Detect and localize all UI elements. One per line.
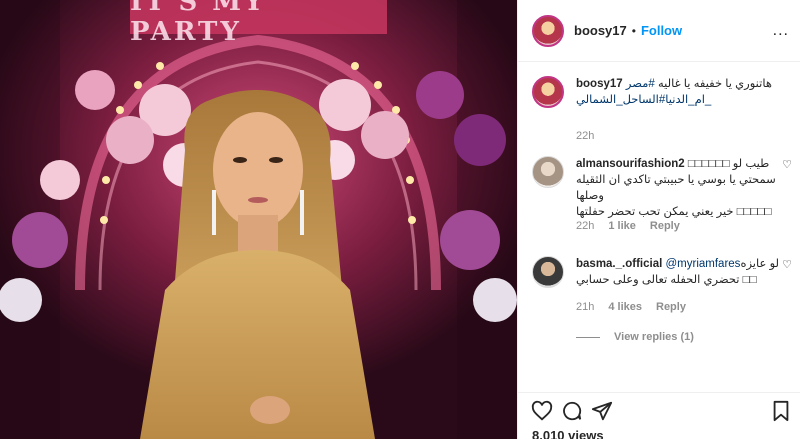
comment-username[interactable]: basma._.official — [576, 258, 662, 270]
post-sidebar: boosy17 • Follow ... boosy17 هاتنوري يا … — [517, 0, 800, 439]
comment-time[interactable]: 21h — [576, 301, 594, 313]
comment-meta: 22h 1 like Reply — [576, 220, 680, 232]
caption-hashtag-2[interactable]: _ام_الدنيا#الساحل_الشمالي — [576, 94, 711, 106]
comments-list[interactable]: boosy17 هاتنوري يا خفيفه يا غاليه #مصر _… — [518, 62, 800, 392]
comment-text-line: سمحتي يا بوسي يا حبيبتي تاكدي ان الثقيله… — [576, 174, 776, 202]
comment-like-icon[interactable]: ♡ — [782, 258, 792, 271]
comment-likes[interactable]: 4 likes — [608, 301, 642, 313]
caption-hashtag[interactable]: #مصر — [626, 78, 655, 90]
party-banner-text: IT'S MY PARTY — [130, 0, 266, 47]
comment-text-line: □□ تحضري الحفله تعالى وعلى حسابي — [576, 274, 757, 286]
caption-text: هاتنوري يا خفيفه يا غاليه #مصر — [626, 78, 772, 90]
views-count[interactable]: 8,010 views — [532, 428, 604, 439]
comment-meta: 21h 4 likes Reply — [576, 301, 686, 313]
reply-button[interactable]: Reply — [650, 220, 680, 232]
avatar[interactable] — [532, 14, 564, 47]
share-icon[interactable] — [590, 399, 614, 423]
header-username[interactable]: boosy17 — [574, 23, 627, 38]
party-backdrop-image — [0, 0, 517, 439]
more-options-icon[interactable]: ... — [773, 22, 789, 40]
caption-avatar[interactable] — [532, 76, 564, 108]
bookmark-icon[interactable] — [769, 399, 793, 423]
comment-body: basma._.official @myriamfares لو عايزه □… — [576, 256, 798, 288]
caption-text-line: هاتنوري يا خفيفه يا غاليه — [657, 78, 772, 90]
comment-text-line: □□□□□ خير يعني يمكن تحب تحضر حفلتها — [576, 206, 772, 218]
caption-time[interactable]: 22h — [576, 130, 594, 142]
comment-avatar[interactable] — [532, 256, 564, 288]
caption-line2: _ام_الدنيا#الساحل_الشمالي — [576, 92, 798, 108]
comment-text-line: طيب لو □□□□□□ — [687, 158, 770, 170]
separator-dot: • — [631, 23, 636, 38]
comment-body: almansourifashion2 طيب لو □□□□□□ سمحتي ي… — [576, 156, 798, 220]
comment-icon[interactable] — [560, 399, 584, 423]
caption-meta: 22h — [576, 130, 594, 142]
view-replies-button[interactable]: View replies (1) — [576, 331, 694, 343]
comment-username[interactable]: almansourifashion2 — [576, 158, 685, 170]
post-video[interactable]: IT'S MY PARTY — [0, 0, 517, 439]
comment-like-icon[interactable]: ♡ — [782, 158, 792, 171]
caption-body: boosy17 هاتنوري يا خفيفه يا غاليه #مصر _… — [576, 76, 798, 108]
follow-button[interactable]: Follow — [641, 23, 682, 38]
comment-time[interactable]: 22h — [576, 220, 594, 232]
view-replies-label: View replies (1) — [614, 331, 694, 343]
heart-icon[interactable] — [530, 399, 554, 423]
comment-avatar[interactable] — [532, 156, 564, 188]
comment-text-line: لو عايزه — [740, 258, 783, 270]
comment-likes[interactable]: 1 like — [608, 220, 636, 232]
view-replies-line — [576, 336, 600, 338]
post-header: boosy17 • Follow ... — [518, 0, 800, 62]
reply-button[interactable]: Reply — [656, 301, 686, 313]
caption-username[interactable]: boosy17 — [576, 78, 623, 90]
instagram-post: IT'S MY PARTY boosy17 • Follow ... boosy… — [0, 0, 800, 439]
action-bar — [518, 392, 800, 422]
comment-mention[interactable]: @myriamfares — [666, 258, 741, 270]
